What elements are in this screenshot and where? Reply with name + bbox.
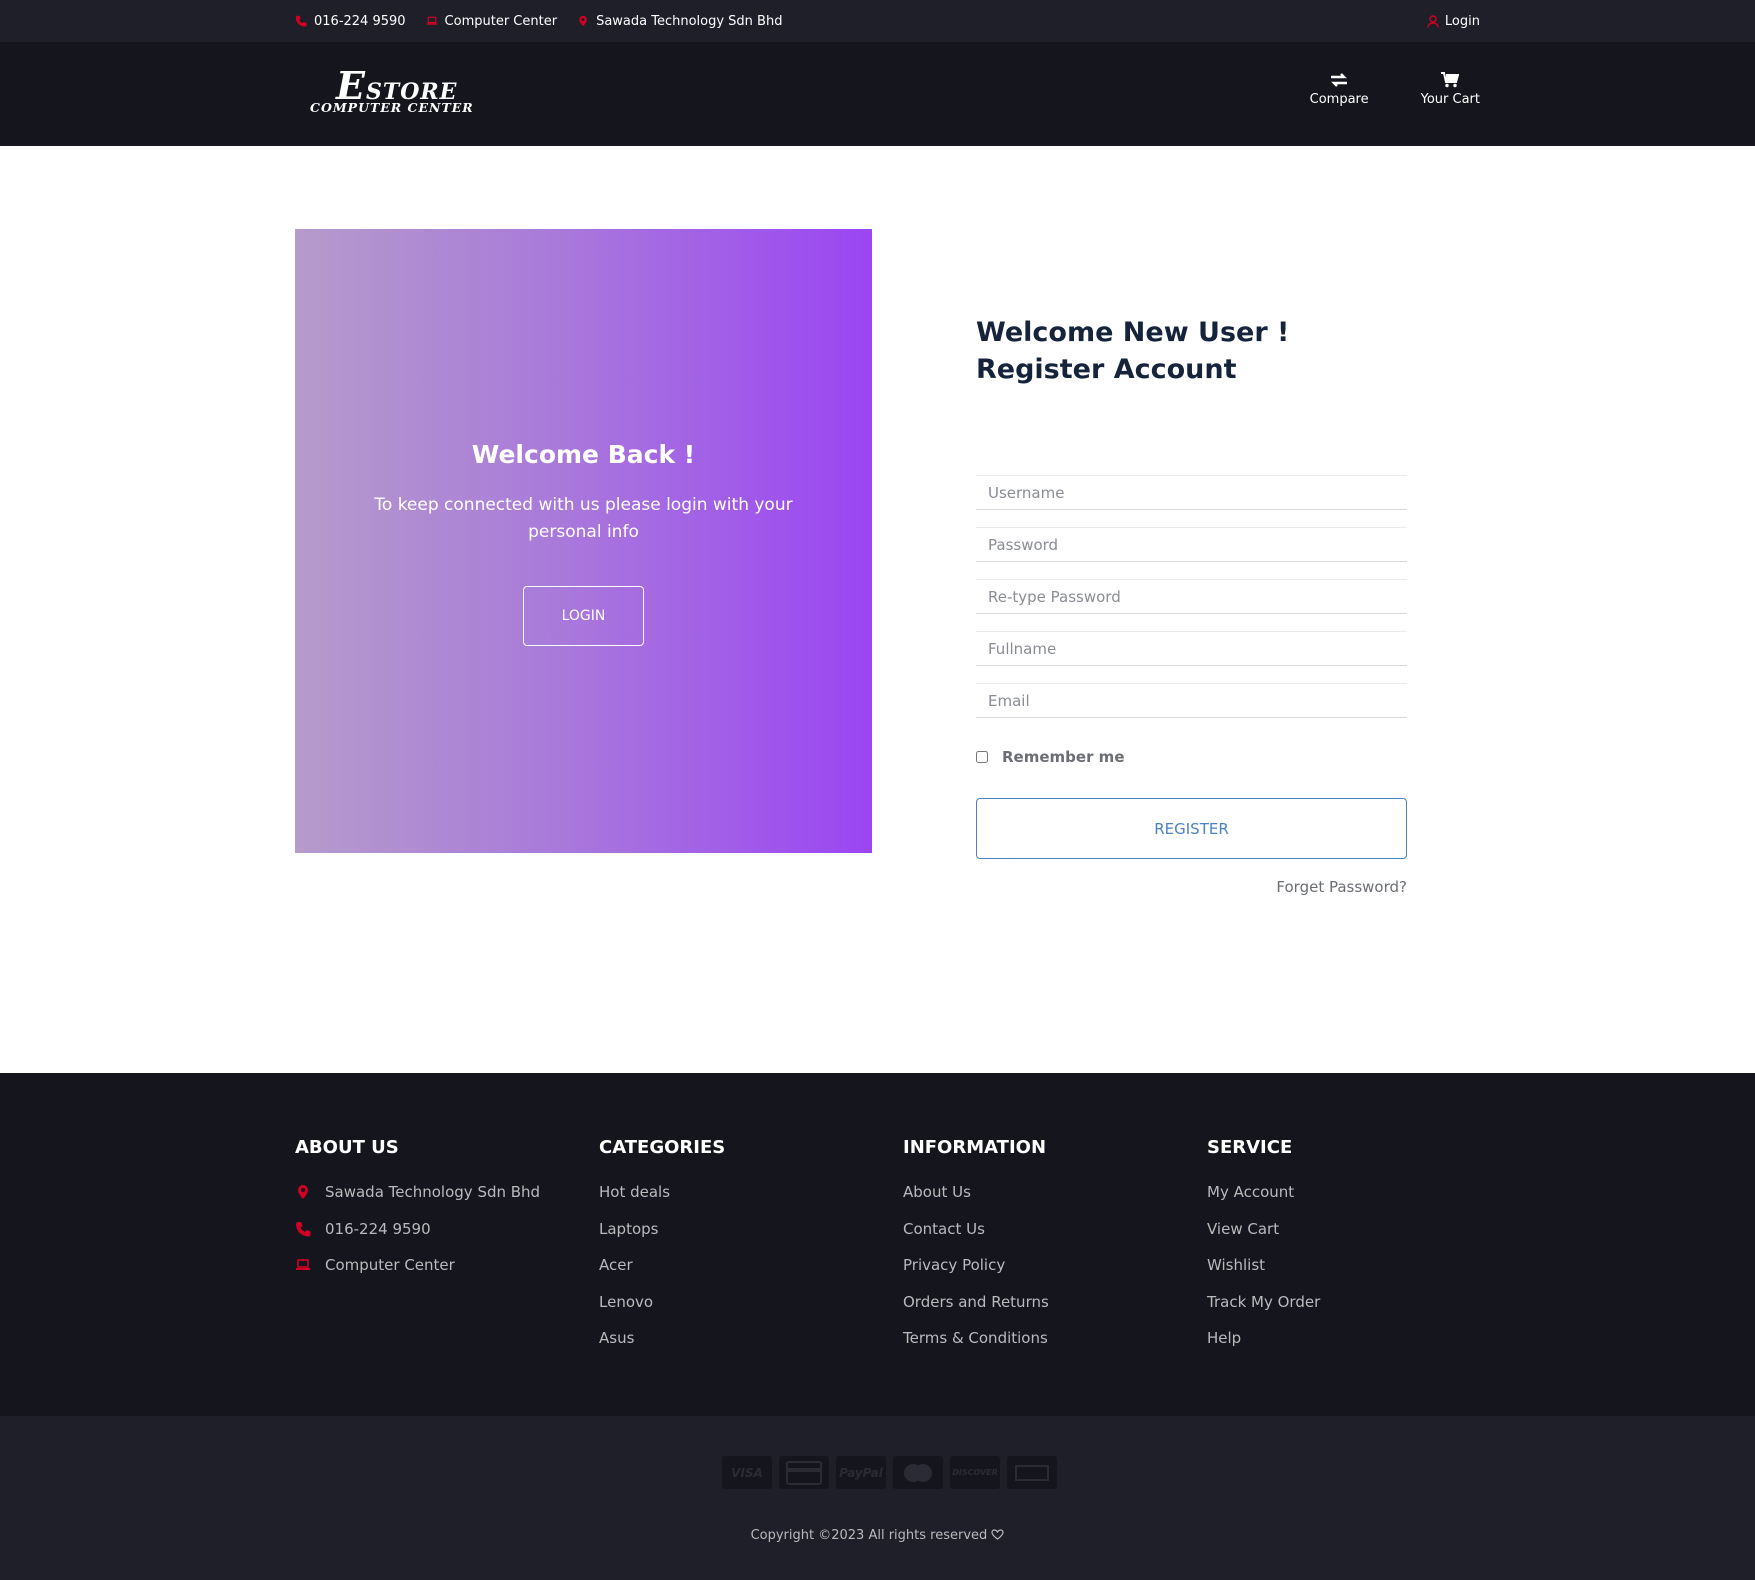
footer-service-link[interactable]: View Cart [1207,1220,1511,1257]
top-login-label: Login [1444,13,1480,29]
paypal-icon: PayPal [836,1456,886,1489]
copyright-label: Copyright ©2023 All rights reserved [750,1528,988,1543]
username-field-wrap [976,475,1407,510]
footer-information: INFORMATION About Us Contact Us Privacy … [903,1137,1207,1366]
fullname-input[interactable] [976,632,1407,665]
compare-label: Compare [1309,92,1369,107]
retype-password-input[interactable] [976,580,1407,613]
footer-information-title: INFORMATION [903,1137,1047,1158]
footer-columns: ABOUT US Sawada Technology Sdn Bhd 016-2… [295,1137,1511,1366]
cart-label: Your Cart [1420,92,1480,107]
visa-card-icon: VISA [722,1456,772,1489]
top-address-link[interactable]: Sawada Technology Sdn Bhd [577,14,782,29]
footer-info-link[interactable]: Contact Us [903,1220,1207,1257]
footer-service-title: SERVICE [1207,1137,1293,1158]
main-header: ESTORE COMPUTER CENTER Compare Your Cart [0,42,1755,146]
footer-about-store[interactable]: Computer Center [295,1256,599,1293]
footer: ABOUT US Sawada Technology Sdn Bhd 016-2… [0,1073,1755,1416]
register-button[interactable]: REGISTER [976,798,1407,859]
footer-category-link[interactable]: Hot deals [599,1183,903,1220]
footer-service-link[interactable]: My Account [1207,1183,1511,1220]
register-fields [976,475,1407,718]
footer-about-store-text: Computer Center [325,1256,455,1274]
footer-about-address-text: Sawada Technology Sdn Bhd [325,1183,541,1201]
footer-categories: CATEGORIES Hot deals Laptops Acer Lenovo… [599,1137,903,1366]
footer-bottom-bar: VISA PayPal DISCOVER Copyright ©2023 All… [0,1416,1755,1580]
forgot-password-link[interactable]: Forget Password? [976,878,1407,896]
top-phone-text: 016-224 9590 [314,13,406,29]
phone-icon [295,15,307,27]
footer-category-link[interactable]: Acer [599,1256,903,1293]
footer-about-address[interactable]: Sawada Technology Sdn Bhd [295,1183,599,1220]
username-input[interactable] [976,476,1407,509]
top-bar: 016-224 9590 Computer Center Sawada Tech… [0,0,1755,42]
register-heading-line1: Welcome New User ! [976,317,1290,348]
top-store-link[interactable]: Computer Center [426,13,558,29]
footer-service-link[interactable]: Track My Order [1207,1293,1511,1330]
amex-icon [1007,1456,1057,1489]
copyright-text: Copyright ©2023 All rights reserved [0,1528,1755,1543]
map-marker-icon [298,1185,308,1199]
phone-icon [296,1221,311,1236]
footer-service-link[interactable]: Wishlist [1207,1256,1511,1293]
top-phone-link[interactable]: 016-224 9590 [295,14,406,29]
discover-icon: DISCOVER [950,1456,1000,1489]
retype-password-field-wrap [976,579,1407,614]
footer-categories-title: CATEGORIES [599,1137,726,1158]
footer-info-link[interactable]: About Us [903,1183,1207,1220]
remember-me-label: Remember me [1002,748,1125,766]
fullname-field-wrap [976,631,1407,666]
remember-me-checkbox[interactable] [976,751,988,763]
map-marker-icon [579,15,587,27]
exchange-icon [1331,73,1348,87]
footer-service-link[interactable]: Help [1207,1329,1511,1366]
register-form: Welcome New User ! Register Account Reme… [976,314,1407,896]
footer-category-link[interactable]: Lenovo [599,1293,903,1330]
welcome-back-title: Welcome Back ! [471,440,696,469]
footer-about-title: ABOUT US [295,1137,399,1158]
email-field-wrap [976,683,1407,718]
welcome-back-panel: Welcome Back ! To keep connected with us… [295,229,872,853]
mastercard-icon [893,1456,943,1489]
password-input[interactable] [976,528,1407,561]
email-input[interactable] [976,684,1407,717]
footer-about-phone[interactable]: 016-224 9590 [295,1220,599,1257]
laptop-icon [296,1259,310,1270]
top-login-link[interactable]: Login [1427,14,1480,29]
payment-methods: VISA PayPal DISCOVER [722,1456,1057,1489]
footer-about: ABOUT US Sawada Technology Sdn Bhd 016-2… [295,1137,599,1366]
footer-info-link[interactable]: Orders and Returns [903,1293,1207,1330]
cart-button[interactable]: Your Cart [1421,72,1480,107]
heart-icon [991,1529,1005,1540]
footer-info-link[interactable]: Privacy Policy [903,1256,1207,1293]
header-actions: Compare Your Cart [1310,72,1480,107]
welcome-back-text: To keep connected with us please login w… [374,495,793,542]
user-icon [1427,14,1439,28]
main-content: Welcome Back ! To keep connected with us… [0,146,1755,1073]
register-heading: Welcome New User ! Register Account [976,314,1407,388]
top-store-text: Computer Center [444,13,558,29]
footer-service: SERVICE My Account View Cart Wishlist Tr… [1207,1137,1511,1366]
shopping-cart-icon [1441,72,1460,88]
footer-category-link[interactable]: Asus [599,1329,903,1366]
footer-category-link[interactable]: Laptops [599,1220,903,1257]
laptop-icon [426,16,437,25]
register-heading-line2: Register Account [976,354,1237,385]
remember-me-row[interactable]: Remember me [976,748,1407,766]
top-contact-links: 016-224 9590 Computer Center Sawada Tech… [295,14,782,29]
store-logo[interactable]: ESTORE COMPUTER CENTER [310,67,474,115]
logo-subtitle: COMPUTER CENTER [310,100,474,115]
footer-about-phone-text: 016-224 9590 [325,1219,431,1238]
password-field-wrap [976,527,1407,562]
credit-card-icon [779,1456,829,1489]
top-address-text: Sawada Technology Sdn Bhd [596,13,783,29]
footer-info-link[interactable]: Terms & Conditions [903,1329,1207,1366]
compare-button[interactable]: Compare [1310,72,1369,107]
panel-login-button[interactable]: LOGIN [523,586,644,646]
